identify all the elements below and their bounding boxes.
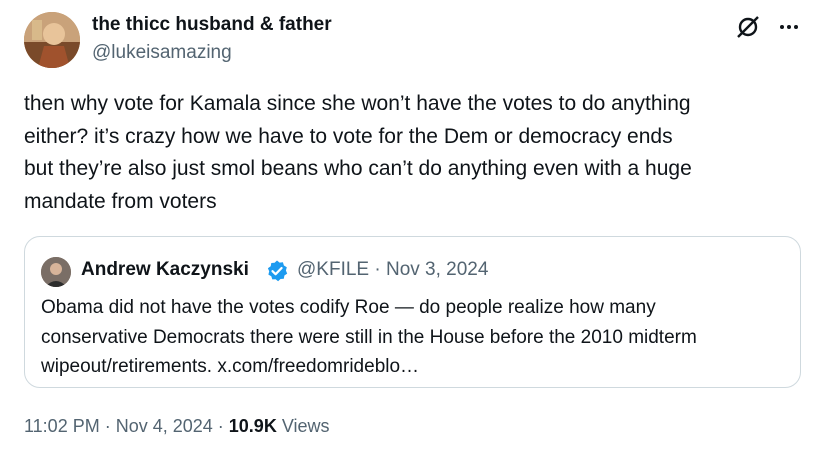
tweet-footer: 11:02 PM · Nov 4, 2024 · 10.9K Views (24, 416, 330, 437)
quoted-tweet[interactable]: Andrew Kaczynski @KFILE · Nov 3, 2024 Ob… (24, 236, 801, 388)
grok-icon[interactable] (735, 14, 761, 40)
tweet: the thicc husband & father @lukeisamazin… (0, 0, 822, 456)
author-avatar[interactable] (24, 12, 80, 68)
views-label: Views (276, 416, 330, 436)
quoted-text-line: Obama did not have the votes codify Roe … (41, 297, 656, 318)
author-handle[interactable]: @lukeisamazing (92, 42, 232, 64)
more-icon[interactable] (776, 14, 802, 40)
tweet-text: then why vote for Kamala since she won’t… (24, 88, 799, 218)
separator: · (212, 416, 229, 436)
verified-badge-icon[interactable] (265, 259, 289, 283)
quoted-handle-date[interactable]: @KFILE · Nov 3, 2024 (297, 259, 488, 281)
quoted-text-line: wipeout/retirements. x.com/freedomridebl… (41, 356, 420, 377)
quoted-text-line: conservative Democrats there were still … (41, 326, 697, 348)
tweet-text-line: mandate from voters (24, 189, 217, 213)
quoted-author-avatar[interactable] (41, 257, 71, 287)
tweet-text-line: but they’re also just smol beans who can… (24, 157, 692, 180)
timestamp-link[interactable]: 11:02 PM · Nov 4, 2024 (24, 416, 213, 436)
quoted-author-name[interactable]: Andrew Kaczynski (81, 259, 249, 281)
author-display-name[interactable]: the thicc husband & father (92, 14, 332, 36)
tweet-text-line: either? it’s crazy how we have to vote f… (24, 124, 673, 148)
tweet-text-line: then why vote for Kamala since she won’t… (24, 92, 691, 115)
views-count: 10.9K (228, 416, 277, 436)
quoted-tweet-text: Obama did not have the votes codify Roe … (41, 293, 791, 382)
